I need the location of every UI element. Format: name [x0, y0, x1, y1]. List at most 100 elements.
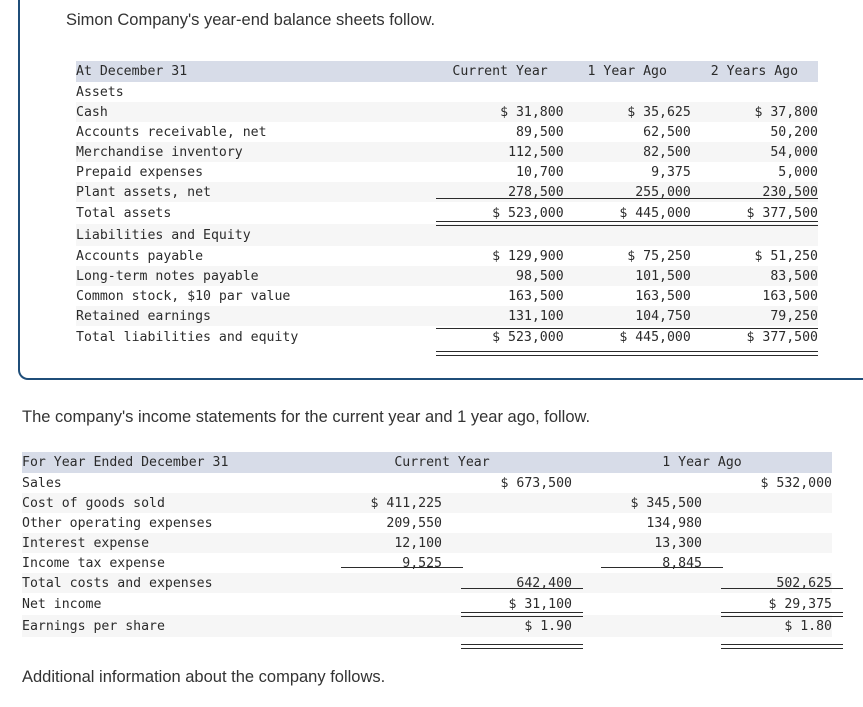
- table-row: Accounts payable $ 129,900 $ 75,250 $ 51…: [76, 246, 818, 266]
- ago-detail-subtotal-rule: [601, 567, 723, 568]
- ago-net-income-rule: [721, 612, 843, 617]
- row-current-year: 131,100: [508, 308, 564, 324]
- row-current-detail: [312, 573, 442, 593]
- net-income-row: Net income $ 31,100 $ 29,375: [22, 593, 832, 615]
- row-1-year-ago: 255,000: [635, 184, 691, 200]
- row-ago-total: [702, 553, 832, 573]
- row-2-years-ago: 50,200: [770, 124, 818, 140]
- current-eps-rule: [461, 644, 583, 649]
- row-1-year-ago: 163,500: [635, 288, 691, 304]
- table-row: Income tax expense 9,525 8,845: [22, 553, 832, 573]
- is-header-label: For Year Ended December 31: [22, 455, 229, 470]
- total-liabilities-top-rule: [436, 328, 818, 329]
- row-label: Plant assets, net: [76, 184, 211, 200]
- row-2-years-ago: $ 51,250: [754, 248, 818, 264]
- row-current-year: 10,700: [516, 164, 564, 180]
- row-ago-detail: [572, 615, 702, 637]
- row-ago-total: $ 532,000: [760, 475, 832, 491]
- liabilities-section-row: Liabilities and Equity: [76, 224, 818, 246]
- row-ago-total: [702, 533, 832, 553]
- row-label: Sales: [22, 475, 62, 491]
- total-assets-bottom-rule: [436, 221, 818, 226]
- additional-information-text: Additional information about the company…: [22, 668, 386, 686]
- row-label: Interest expense: [22, 535, 150, 551]
- row-label: Earnings per share: [22, 618, 165, 634]
- table-row: Accounts receivable, net 89,500 62,500 5…: [76, 122, 818, 142]
- total-costs-row: Total costs and expenses 642,400 502,625: [22, 573, 832, 593]
- row-ago-detail: 134,980: [646, 515, 702, 531]
- row-current-year: 98,500: [516, 268, 564, 284]
- total-liabilities-bottom-rule: [436, 351, 818, 356]
- total-liabilities-current-year: $ 523,000: [492, 329, 564, 345]
- bs-header-1-year-ago: 1 Year Ago: [587, 64, 667, 79]
- row-label: Net income: [22, 596, 102, 612]
- row-1-year-ago: 82,500: [643, 144, 691, 160]
- assets-section-row: Assets: [76, 82, 818, 102]
- table-row: Cost of goods sold $ 411,225 $ 345,500: [22, 493, 832, 513]
- row-label: Accounts payable: [76, 248, 204, 264]
- row-ago-detail: 8,845: [662, 555, 702, 571]
- assets-section-label: Assets: [76, 84, 124, 100]
- income-statement-table: For Year Ended December 31 Current Year …: [22, 452, 832, 637]
- bs-header-label: At December 31: [76, 64, 188, 79]
- row-ago-detail: [572, 593, 702, 615]
- row-ago-detail: 13,300: [654, 535, 702, 551]
- current-detail-subtotal-rule: [341, 567, 463, 568]
- row-current-detail: [312, 593, 442, 615]
- row-current-total: [442, 493, 572, 513]
- row-current-detail: $ 411,225: [370, 495, 442, 511]
- row-current-year: 89,500: [516, 124, 564, 140]
- row-1-year-ago: 9,375: [651, 164, 691, 180]
- row-2-years-ago: $ 37,800: [754, 104, 818, 120]
- total-assets-top-rule: [436, 198, 818, 199]
- row-label: Accounts receivable, net: [76, 124, 267, 140]
- total-liabilities-label: Total liabilities and equity: [76, 329, 299, 345]
- table-row: Prepaid expenses 10,700 9,375 5,000: [76, 162, 818, 182]
- income-statement-header-row: For Year Ended December 31 Current Year …: [22, 452, 832, 473]
- row-1-year-ago: $ 35,625: [627, 104, 691, 120]
- current-net-income-rule: [461, 612, 583, 617]
- table-row: Sales $ 673,500 $ 532,000: [22, 473, 832, 493]
- row-label: Other operating expenses: [22, 515, 213, 531]
- table-row: Merchandise inventory 112,500 82,500 54,…: [76, 142, 818, 162]
- liabilities-section-label: Liabilities and Equity: [76, 227, 251, 243]
- row-current-total: [442, 513, 572, 533]
- total-liabilities-2-years-ago: $ 377,500: [746, 329, 818, 345]
- row-current-year: $ 129,900: [492, 248, 564, 264]
- table-row: Other operating expenses 209,550 134,980: [22, 513, 832, 533]
- row-label: Cost of goods sold: [22, 495, 165, 511]
- row-label: Cash: [76, 104, 108, 120]
- row-current-detail: [312, 615, 442, 637]
- row-ago-total: 502,625: [776, 575, 832, 591]
- row-current-detail: 9,525: [402, 555, 442, 571]
- row-ago-detail: $ 345,500: [630, 495, 702, 511]
- row-1-year-ago: $ 75,250: [627, 248, 691, 264]
- row-current-detail: [312, 473, 442, 493]
- row-current-total: [442, 553, 572, 573]
- current-total-costs-rule: [461, 588, 583, 589]
- eps-row: Earnings per share $ 1.90 $ 1.80: [22, 615, 832, 637]
- row-current-total: [442, 533, 572, 553]
- row-current-year: 112,500: [508, 144, 564, 160]
- income-statement-intro-text: The company's income statements for the …: [22, 408, 591, 426]
- row-label: Long-term notes payable: [76, 268, 259, 284]
- row-ago-total: [702, 493, 832, 513]
- row-label: Retained earnings: [76, 308, 211, 324]
- row-label: Total costs and expenses: [22, 575, 213, 591]
- balance-sheet-intro-text: Simon Company's year-end balance sheets …: [66, 11, 436, 29]
- row-ago-total: $ 1.80: [784, 618, 832, 634]
- row-current-total: $ 673,500: [500, 475, 572, 491]
- table-row: Common stock, $10 par value 163,500 163,…: [76, 286, 818, 306]
- row-2-years-ago: 5,000: [778, 164, 818, 180]
- row-label: Merchandise inventory: [76, 144, 243, 160]
- table-row: Cash $ 31,800 $ 35,625 $ 37,800: [76, 102, 818, 122]
- row-current-detail: 209,550: [386, 515, 442, 531]
- balance-sheet-header-row: At December 31 Current Year 1 Year Ago 2…: [76, 61, 818, 82]
- row-current-year: 278,500: [508, 184, 564, 200]
- total-liabilities-1-year-ago: $ 445,000: [619, 329, 691, 345]
- row-ago-total: [702, 513, 832, 533]
- table-row: Plant assets, net 278,500 255,000 230,50…: [76, 182, 818, 202]
- row-1-year-ago: 62,500: [643, 124, 691, 140]
- balance-sheet-table: At December 31 Current Year 1 Year Ago 2…: [76, 61, 818, 348]
- ago-total-costs-rule: [721, 588, 843, 589]
